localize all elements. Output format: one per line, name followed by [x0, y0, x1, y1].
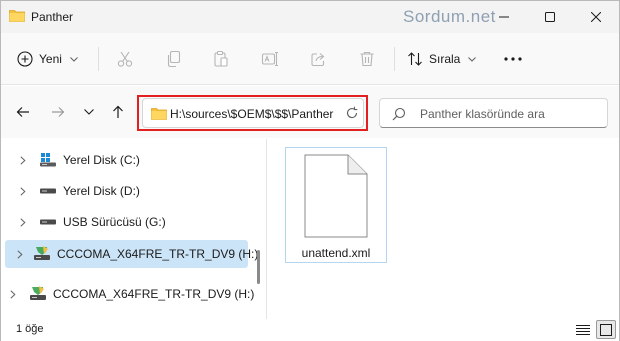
expand-chevron-icon[interactable]	[17, 186, 29, 196]
toolbar-separator	[394, 47, 395, 71]
search-box[interactable]: Panther klasöründe ara	[379, 98, 608, 128]
delete-icon	[360, 51, 374, 67]
new-button[interactable]: Yeni	[17, 45, 87, 73]
file-tile[interactable]: unattend.xml	[285, 147, 387, 263]
sort-button[interactable]: Sırala	[407, 45, 479, 73]
paste-icon	[214, 50, 228, 67]
title-bar[interactable]: Panther Sordum.net	[1, 1, 619, 33]
tiles-view-button[interactable]	[596, 320, 616, 339]
chevron-down-icon	[70, 56, 78, 62]
minimize-button[interactable]	[481, 1, 527, 33]
rename-button[interactable]	[261, 45, 279, 73]
status-bar: 1 öğe	[1, 319, 619, 341]
details-view-button[interactable]	[575, 322, 591, 338]
tree-item-drive-d[interactable]: Yerel Disk (D:)	[17, 177, 255, 205]
maximize-icon	[545, 12, 555, 22]
navpane-scrollbar[interactable]	[257, 250, 260, 284]
maximize-button[interactable]	[527, 1, 573, 33]
chevron-down-icon	[84, 109, 94, 115]
back-button[interactable]	[12, 101, 34, 123]
sort-icon	[408, 52, 422, 66]
expand-chevron-icon[interactable]	[17, 217, 29, 227]
share-button[interactable]	[310, 45, 328, 73]
tree-item-label: Yerel Disk (C:)	[63, 153, 140, 167]
tree-item-drive-h[interactable]: CCCOMA_X64FRE_TR-TR_DV9 (H:)	[7, 280, 257, 308]
command-bar: Yeni Sırala	[1, 33, 619, 85]
details-view-icon	[576, 325, 590, 335]
minimize-icon	[499, 16, 509, 18]
cut-button[interactable]	[116, 45, 134, 73]
copy-icon	[167, 50, 181, 68]
tree-item-drive-g[interactable]: USB Sürücüsü (G:)	[17, 208, 255, 236]
new-button-label: Yeni	[39, 52, 62, 66]
arrow-up-icon	[113, 105, 123, 118]
search-placeholder: Panther klasöründe ara	[420, 107, 545, 121]
file-name: unattend.xml	[301, 246, 371, 260]
forward-button[interactable]	[47, 101, 69, 123]
close-icon	[591, 12, 601, 22]
tree-item-label: Yerel Disk (D:)	[63, 184, 140, 198]
recent-locations-button[interactable]	[78, 101, 100, 123]
sort-button-label: Sırala	[429, 52, 461, 66]
paste-button[interactable]	[212, 45, 230, 73]
expand-chevron-icon[interactable]	[17, 249, 23, 259]
tiles-view-icon	[600, 323, 612, 336]
navigation-pane: Yerel Disk (C:) Yerel Disk (D:) USB Sürü…	[1, 139, 263, 319]
up-button[interactable]	[107, 101, 129, 123]
drive-icon	[39, 187, 57, 195]
close-button[interactable]	[573, 1, 619, 33]
tree-item-label: CCCOMA_X64FRE_TR-TR_DV9 (H:)	[57, 247, 259, 261]
expand-chevron-icon[interactable]	[7, 289, 19, 299]
tree-item-label: CCCOMA_X64FRE_TR-TR_DV9 (H:)	[53, 287, 255, 301]
dvd-drive-icon	[33, 246, 51, 262]
tree-item-drive-h-selected[interactable]: CCCOMA_X64FRE_TR-TR_DV9 (H:)	[5, 240, 258, 268]
delete-button[interactable]	[358, 45, 376, 73]
arrow-right-icon	[52, 107, 65, 117]
tree-item-drive-c[interactable]: Yerel Disk (C:)	[17, 146, 255, 174]
search-icon	[392, 107, 406, 121]
copy-button[interactable]	[165, 45, 183, 73]
explorer-window: Panther Sordum.net Yeni Sırala H:\source…	[0, 0, 620, 341]
file-list: unattend.xml	[267, 139, 619, 319]
more-options-button[interactable]	[499, 45, 527, 73]
item-count: 1 öğe	[16, 323, 44, 335]
more-icon	[504, 57, 522, 61]
chevron-down-icon	[468, 56, 477, 62]
cut-icon	[117, 51, 133, 67]
address-highlight-box	[137, 95, 368, 131]
dvd-drive-icon	[29, 286, 47, 302]
file-icon	[304, 154, 368, 238]
share-icon	[311, 53, 325, 67]
tree-item-label: USB Sürücüsü (G:)	[63, 215, 166, 229]
windows-drive-icon	[39, 153, 57, 167]
rename-icon	[261, 51, 278, 67]
usb-drive-icon	[39, 218, 57, 226]
window-title: Panther	[31, 10, 74, 24]
folder-icon	[9, 10, 25, 22]
address-row: H:\sources\$OEM$\$$\Panther Panther klas…	[1, 86, 619, 138]
arrow-left-icon	[16, 107, 29, 117]
expand-chevron-icon[interactable]	[17, 155, 29, 165]
toolbar-separator	[98, 47, 99, 71]
plus-circle-icon	[17, 51, 33, 67]
